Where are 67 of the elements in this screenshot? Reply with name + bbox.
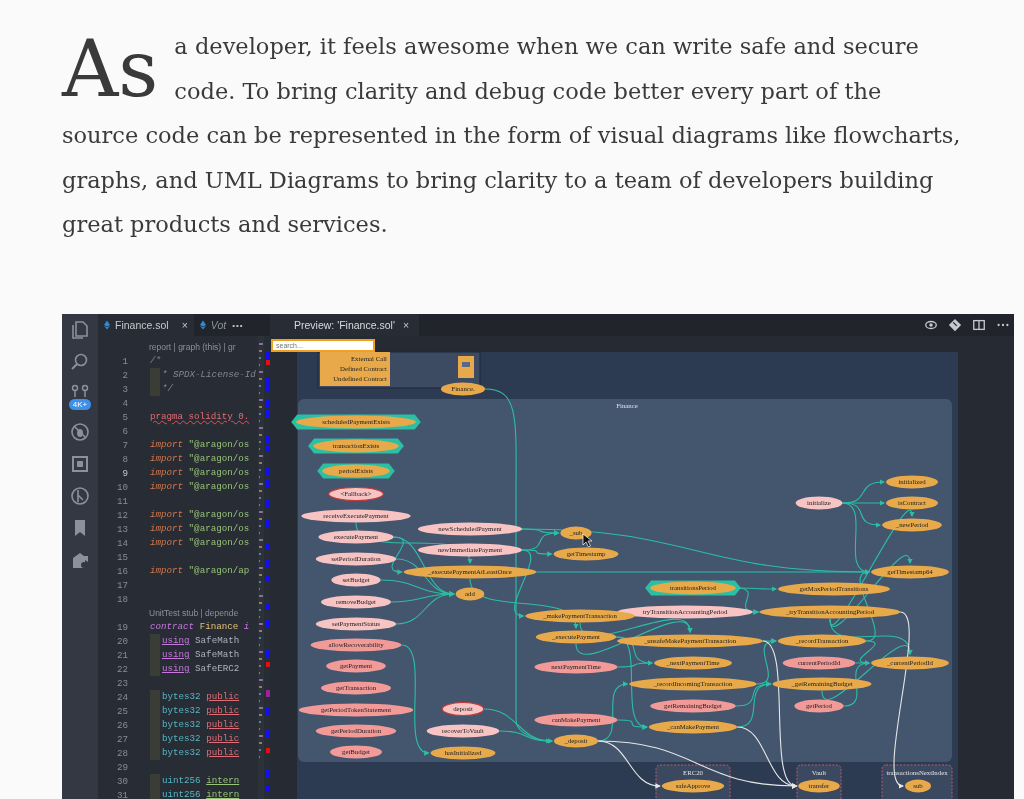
editor-tab[interactable]: Finance.sol × xyxy=(98,314,194,336)
code-line: import "@aragon/os xyxy=(150,522,250,536)
line-number: 25 xyxy=(115,705,128,717)
line-number: 26 xyxy=(115,719,128,731)
line-number: 8 xyxy=(121,453,128,465)
line-number: 22 xyxy=(115,663,128,675)
line-number: 30 xyxy=(115,775,128,787)
line-number: 4 xyxy=(121,397,128,409)
line-number: 13 xyxy=(115,523,128,535)
preview-tab[interactable]: Preview: 'Finance.sol' × xyxy=(270,314,420,336)
line-number: 27 xyxy=(115,733,128,745)
line-number: 19 xyxy=(115,621,128,633)
line-number: 18 xyxy=(115,593,128,605)
git-diamond-icon[interactable] xyxy=(948,318,962,332)
close-tab-button[interactable]: × xyxy=(181,319,188,331)
code-line: contract Finance i xyxy=(150,620,250,634)
line-number: 12 xyxy=(115,509,128,521)
line-number: 1 xyxy=(121,355,128,367)
files-icon[interactable] xyxy=(70,320,90,340)
extensions-icon[interactable] xyxy=(70,454,90,474)
line-number: 31 xyxy=(115,789,128,799)
cursor-icon xyxy=(582,533,593,548)
debug-icon[interactable] xyxy=(70,422,90,442)
code-line: import "@aragon/os xyxy=(150,508,250,522)
search-icon[interactable] xyxy=(70,352,90,372)
close-tab-button[interactable]: × xyxy=(402,319,410,331)
line-number: 21 xyxy=(115,649,128,661)
git-graph-icon[interactable] xyxy=(70,486,90,506)
line-number: 2 xyxy=(121,369,128,381)
code-lens[interactable]: report | graph (this) | gr xyxy=(98,340,258,354)
split-editor-icon[interactable] xyxy=(972,318,986,332)
changes-badge: 4K+ xyxy=(68,399,92,410)
line-number: 23 xyxy=(115,677,128,689)
remote-icon[interactable] xyxy=(70,550,90,570)
line-number: 29 xyxy=(115,761,128,773)
line-number: 14 xyxy=(115,537,128,549)
code-line: pragma solidity 0. xyxy=(150,410,250,424)
source-control-icon[interactable] xyxy=(70,384,90,398)
more-actions-button[interactable]: ••• xyxy=(232,320,244,330)
code-line: import "@aragon/os xyxy=(150,480,250,494)
diamond-icon xyxy=(199,320,206,330)
line-number: 3 xyxy=(121,383,128,395)
line-number: 16 xyxy=(115,565,128,577)
code-line: import "@aragon/os xyxy=(150,466,250,480)
diamond-icon xyxy=(104,320,110,330)
editor-tab[interactable]: Vot xyxy=(193,314,233,336)
eye-icon[interactable] xyxy=(924,318,938,332)
code-line: /* xyxy=(150,354,162,368)
code-line: import "@aragon/ap xyxy=(150,564,250,578)
code-line: import "@aragon/os xyxy=(150,438,250,452)
code-lens[interactable]: UnitTest stub | depende xyxy=(98,606,258,620)
line-number: 7 xyxy=(121,439,128,451)
line-number: 5 xyxy=(121,411,128,423)
article-paragraph: As a developer, it feels awesome when we can write safe and secure code. To bring clarity and debug code better every part of the source code can be represented in the form of visual diagrams like flowcharts, graphs, and UML Diagrams to bring clarity to a team of developers building great products and services. xyxy=(62,24,962,239)
line-number: 9 xyxy=(121,467,128,479)
line-number: 6 xyxy=(121,425,128,437)
legend-swatch xyxy=(320,352,390,386)
line-number: 17 xyxy=(115,579,128,591)
line-number: 24 xyxy=(115,691,128,703)
code-line: import "@aragon/os xyxy=(150,536,250,550)
legend-symbol xyxy=(458,356,474,378)
line-number: 20 xyxy=(115,635,128,647)
line-number: 15 xyxy=(115,551,128,563)
line-number: 28 xyxy=(115,747,128,759)
line-number: 11 xyxy=(115,495,128,507)
code-line: import "@aragon/os xyxy=(150,452,250,466)
line-number: 10 xyxy=(115,481,128,493)
